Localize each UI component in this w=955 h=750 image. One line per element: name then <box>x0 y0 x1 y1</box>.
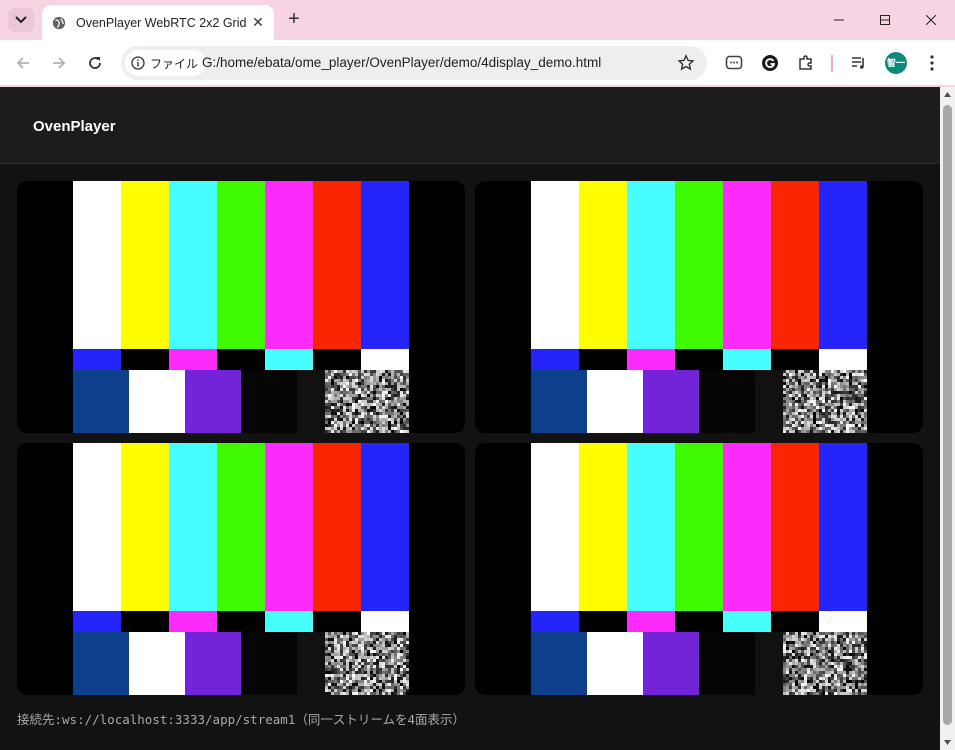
maximize-icon <box>880 15 890 25</box>
connection-status: 接続先:ws://localhost:3333/app/stream1（同一スト… <box>17 712 465 727</box>
color-bars-video <box>531 181 867 433</box>
close-window-button[interactable] <box>908 0 954 40</box>
extensions-button[interactable] <box>796 53 816 73</box>
browser-tab[interactable]: OvenPlayer WebRTC 2x2 Grid ✕ <box>42 5 274 40</box>
player-4[interactable] <box>475 443 923 695</box>
chevron-down-icon <box>15 16 27 24</box>
scrollbar-thumb[interactable] <box>943 105 952 725</box>
forward-button[interactable] <box>47 51 71 75</box>
grammarly-icon <box>762 55 778 71</box>
scroll-up-icon[interactable] <box>943 90 952 99</box>
more-vertical-icon <box>930 55 934 71</box>
reload-button[interactable] <box>83 51 107 75</box>
media-control-button[interactable] <box>849 53 869 73</box>
color-bars-video <box>73 443 409 695</box>
close-icon <box>926 15 936 25</box>
close-tab-icon[interactable]: ✕ <box>250 14 266 30</box>
page-header: OvenPlayer <box>0 87 940 164</box>
grammarly-extension-button[interactable] <box>760 53 780 73</box>
chat-icon <box>725 55 743 70</box>
arrow-right-icon <box>53 57 66 69</box>
info-icon <box>131 56 145 70</box>
reload-icon <box>89 57 101 69</box>
site-info-chip[interactable]: ファイル <box>125 50 207 76</box>
security-chip-label: ファイル <box>150 56 199 71</box>
profile-avatar[interactable]: 智一 <box>885 52 907 74</box>
address-bar[interactable]: ファイル G:/home/ebata/ome_player/OvenPlayer… <box>121 46 707 80</box>
tab-title: OvenPlayer WebRTC 2x2 Grid <box>76 15 247 30</box>
url-text[interactable]: G:/home/ebata/ome_player/OvenPlayer/demo… <box>202 55 601 70</box>
arrow-left-icon <box>16 57 29 69</box>
minimize-button[interactable] <box>816 0 862 40</box>
minimize-icon <box>834 19 844 21</box>
brand-title: OvenPlayer <box>33 118 116 135</box>
browser-menu-button[interactable] <box>922 53 942 73</box>
vertical-scrollbar[interactable] <box>940 87 955 750</box>
player-2[interactable] <box>475 181 923 433</box>
player-3[interactable] <box>17 443 465 695</box>
puzzle-icon <box>799 55 812 70</box>
tab-search-button[interactable] <box>8 8 34 32</box>
scroll-down-icon[interactable] <box>943 738 952 747</box>
page-content: OvenPlayer 接続先:ws://localhost:3333/app/s… <box>0 87 940 750</box>
player-grid <box>17 181 923 695</box>
title-bar: OvenPlayer WebRTC 2x2 Grid ✕ + <box>0 0 955 40</box>
color-bars-video <box>73 181 409 433</box>
player-1[interactable] <box>17 181 465 433</box>
toolbar-divider <box>831 55 833 72</box>
browser-toolbar: ファイル G:/home/ebata/ome_player/OvenPlayer… <box>0 40 955 86</box>
new-tab-button[interactable]: + <box>283 9 305 31</box>
back-button[interactable] <box>11 51 35 75</box>
globe-icon <box>52 16 66 29</box>
playlist-icon <box>852 57 864 69</box>
bookmark-star-icon[interactable] <box>677 54 695 72</box>
color-bars-video <box>531 443 867 695</box>
maximize-button[interactable] <box>862 0 908 40</box>
chat-extension-button[interactable] <box>724 53 744 73</box>
